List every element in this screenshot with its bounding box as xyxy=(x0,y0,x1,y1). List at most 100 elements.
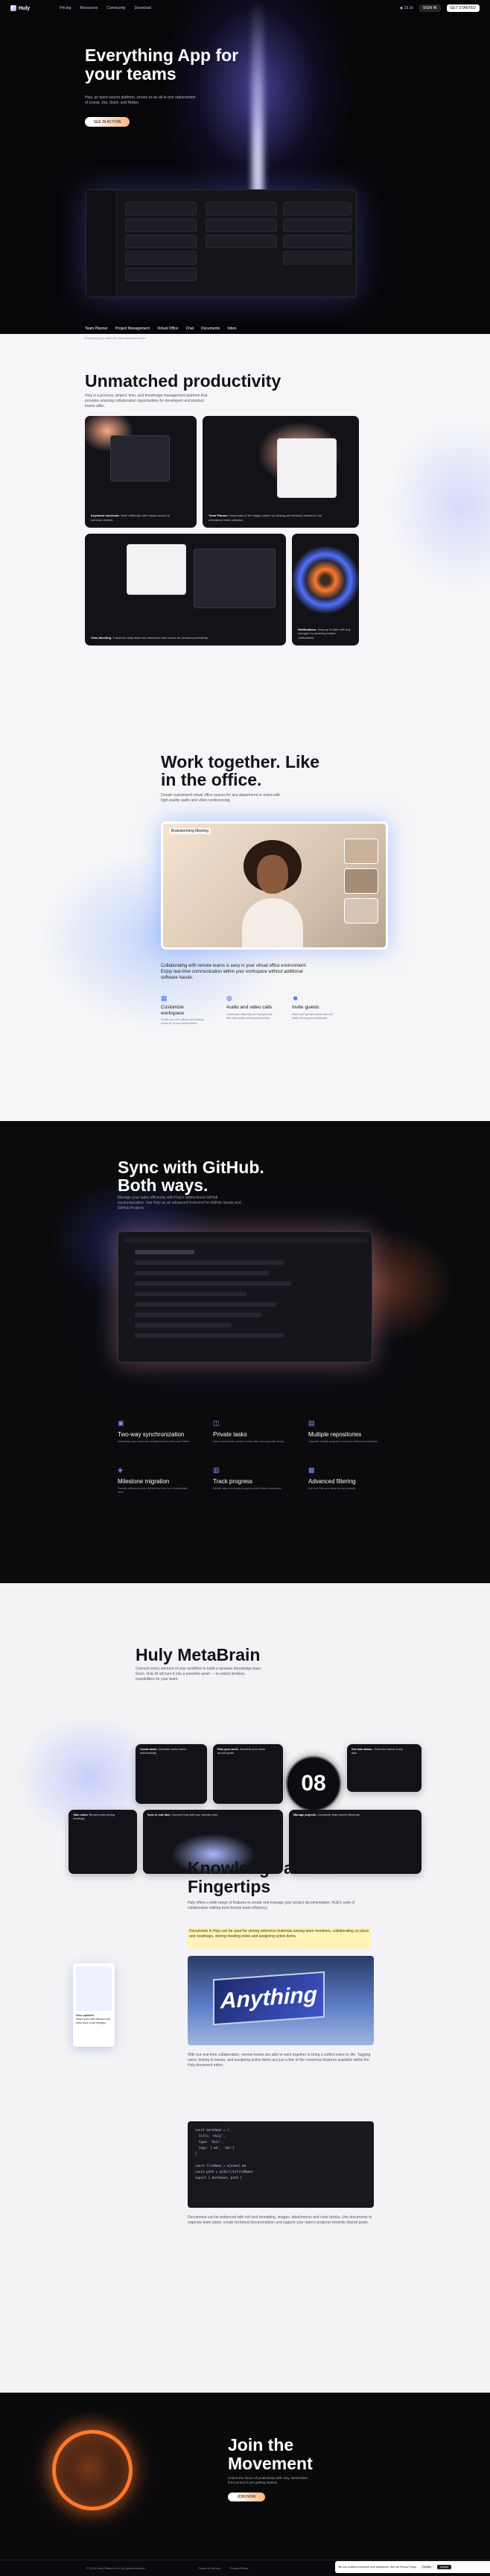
huly-logo-icon xyxy=(10,5,16,11)
participant-thumbnail xyxy=(344,898,378,924)
github-stars[interactable]: ◉ 15.1k xyxy=(400,6,413,10)
knowledge-intro: Huly offers a wide range of features to … xyxy=(188,1901,355,1910)
docs-side-card: Docs updated Share work with Mention and… xyxy=(73,1963,115,2047)
github-subtitle: Manage your tasks efficiently with Huly'… xyxy=(118,1196,241,1210)
microphone-icon: ◍ xyxy=(226,994,232,1002)
planner-popup-mock xyxy=(277,438,337,498)
metabrain-subtitle: Connect every element of your workflow t… xyxy=(136,1667,262,1682)
command-palette-mock xyxy=(110,435,170,482)
mb-tile-create-tasks: Create tasks. Generate action items auto… xyxy=(136,1744,207,1804)
metabrain-counter: 08 xyxy=(286,1756,341,1811)
tab-project-management[interactable]: Project Management xyxy=(115,326,150,331)
side-card-text: Share work with Mention and keep track o… xyxy=(76,2018,111,2024)
nav-link-pricing[interactable]: Pricing xyxy=(60,6,71,10)
glowing-ring-decoration xyxy=(52,2430,133,2510)
join-subtitle: Unlock the future of productivity with H… xyxy=(228,2476,308,2484)
mb-tile-plan-week: Plan your week. Schedule your week aroun… xyxy=(213,1744,283,1804)
meeting-label: Brainstorming Meeting xyxy=(169,828,211,834)
productivity-title: Unmatched productivity xyxy=(85,371,281,391)
office-description: Collaborating with remote teams is easy … xyxy=(161,964,307,980)
nav-link-community[interactable]: Community xyxy=(106,6,125,10)
tab-documents[interactable]: Documents xyxy=(201,326,220,331)
terms-link[interactable]: Terms of Service xyxy=(199,2566,221,2570)
feature-invite-guests: ☻ Invite guests Share with special exter… xyxy=(292,994,333,1020)
virtual-office-section: Work together. Like in the office. Creat… xyxy=(0,716,490,1121)
cookie-decline-button[interactable]: Decline xyxy=(419,2565,435,2569)
github-title: Sync with GitHub. Both ways. xyxy=(118,1158,264,1195)
github-sync-section: Sync with GitHub. Both ways. Manage your… xyxy=(0,1121,490,1583)
feature-two-way-sync: ▣ Two-way synchronization Seamlessly sync … xyxy=(118,1419,191,1443)
github-features: ▣ Two-way synchronization Seamlessly sync … xyxy=(118,1419,383,1494)
nav-links: Pricing Resources Community Download xyxy=(60,6,151,10)
get-started-button[interactable]: GET STARTED xyxy=(446,4,480,12)
nav-link-download[interactable]: Download xyxy=(135,6,151,10)
tab-virtual-office[interactable]: Virtual Office xyxy=(157,326,178,331)
guest-icon: ☻ xyxy=(292,994,299,1002)
tab-inbox[interactable]: Inbox xyxy=(227,326,236,331)
billboard-sign: Anything xyxy=(213,1971,325,2026)
workspace-icon: ▦ xyxy=(161,994,168,1002)
knowledge-highlight: Documents in Huly can be used for storin… xyxy=(188,1928,371,1948)
tile-time-blocking: Time-blocking. Transform daily tasks int… xyxy=(85,534,286,645)
cookie-text: We use cookies to improve your experienc… xyxy=(338,2566,417,2569)
brand-logo[interactable]: Huly xyxy=(10,5,30,11)
metabrain-section: Huly MetaBrain Connect every element of … xyxy=(0,1583,490,2393)
brand-name: Huly xyxy=(19,5,31,11)
copyright: © 2024 Huly Platform Inc. All rights res… xyxy=(86,2566,145,2570)
nav-link-resources[interactable]: Resources xyxy=(80,6,98,10)
stars-count: 15.1k xyxy=(404,6,413,10)
hero-title: Everything App for your teams xyxy=(85,45,239,83)
join-section: Join the Movement Unlock the future of p… xyxy=(0,2393,490,2576)
participant-thumbnail xyxy=(344,839,378,864)
calendar-block-mock xyxy=(127,544,186,595)
app-preview-sidebar xyxy=(86,190,118,297)
knowledge-paragraph-2: With our real-time collaboration, remote… xyxy=(188,2053,371,2068)
tile-caption: Time-blocking. Transform daily tasks int… xyxy=(91,635,209,640)
feature-private-tasks: ◫ Private tasks Keep internal tasks privat… xyxy=(213,1419,285,1443)
mb-tile-take-notes: Take notes. Record notes during meetings… xyxy=(69,1810,137,1874)
hero-feature-tabs: Team Planner Project Management Virtual … xyxy=(85,326,237,331)
feature-milestone-migration: ◈ Milestone migration Transfer milestones … xyxy=(118,1466,188,1494)
knowledge-title: Knowledge at Your Fingertips xyxy=(188,1858,342,1896)
tile-caption: Keyboard shortcuts. Work efficiently wit… xyxy=(91,514,171,522)
office-subtitle: Create customized virtual office spaces … xyxy=(161,793,280,803)
github-sync-preview xyxy=(118,1231,372,1363)
schedule-mock xyxy=(194,549,276,608)
join-now-button[interactable]: JOIN NOW xyxy=(228,2493,265,2501)
mb-tile-task-status: Get task status. Check the status of any… xyxy=(347,1744,421,1792)
productivity-subtitle: Huly is a process, project, time, and kn… xyxy=(85,394,208,408)
tile-caption: Team Planner. Keep track of the bigger p… xyxy=(209,514,322,522)
app-preview-column xyxy=(124,199,198,292)
tile-team-planner: Team Planner. Keep track of the bigger p… xyxy=(203,416,359,528)
feature-track-progress: ▥ Track progress Monitor tasks and project… xyxy=(213,1466,282,1490)
hero-section: Everything App for your teams Huly, an o… xyxy=(0,0,490,334)
feature-audio-video: ◍ Audio and video calls Collaborate effi… xyxy=(226,994,273,1020)
video-call-preview: Brainstorming Meeting xyxy=(161,821,388,950)
tab-team-planner[interactable]: Team Planner xyxy=(85,326,108,331)
progress-icon: ▥ xyxy=(213,1466,220,1474)
participant-thumbnail xyxy=(344,868,378,894)
feature-advanced-filtering: ▩ Advanced filtering Sort and filter your … xyxy=(308,1466,356,1490)
privacy-link[interactable]: Privacy Policy xyxy=(229,2566,248,2570)
signin-button[interactable]: SIGN IN xyxy=(419,4,441,12)
hero-tabs-caption: Everything you need for productive team … xyxy=(85,336,147,340)
see-in-action-button[interactable]: SEE IN ACTION xyxy=(85,117,130,127)
hero-subtitle: Huly, an open-source platform, serves as… xyxy=(85,95,196,105)
code-block: const markdown = { title: 'Huly', type: … xyxy=(188,2121,374,2208)
app-preview-column xyxy=(281,199,353,292)
filter-icon: ▩ xyxy=(308,1466,315,1474)
milestone-icon: ◈ xyxy=(118,1466,123,1474)
knowledge-paragraph-3: Documents can be enhanced with rich text… xyxy=(188,2215,372,2225)
cookie-accept-button[interactable]: Accept xyxy=(437,2565,451,2569)
lock-icon: ◫ xyxy=(213,1419,220,1427)
tile-caption: Notifications. Keep up to date with any … xyxy=(298,627,351,640)
office-title: Work together. Like in the office. xyxy=(161,752,320,789)
tile-notifications: Notifications. Keep up to date with any … xyxy=(292,534,359,645)
sync-icon: ▣ xyxy=(118,1419,124,1427)
office-features: ▦ Customize workspace Create your own of… xyxy=(161,994,338,1026)
metabrain-title: Huly MetaBrain xyxy=(136,1645,261,1664)
app-preview-column xyxy=(204,199,279,292)
top-nav: Huly Pricing Resources Community Downloa… xyxy=(0,0,490,16)
tab-chat[interactable]: Chat xyxy=(185,326,194,331)
side-card-preview xyxy=(76,1966,112,2011)
